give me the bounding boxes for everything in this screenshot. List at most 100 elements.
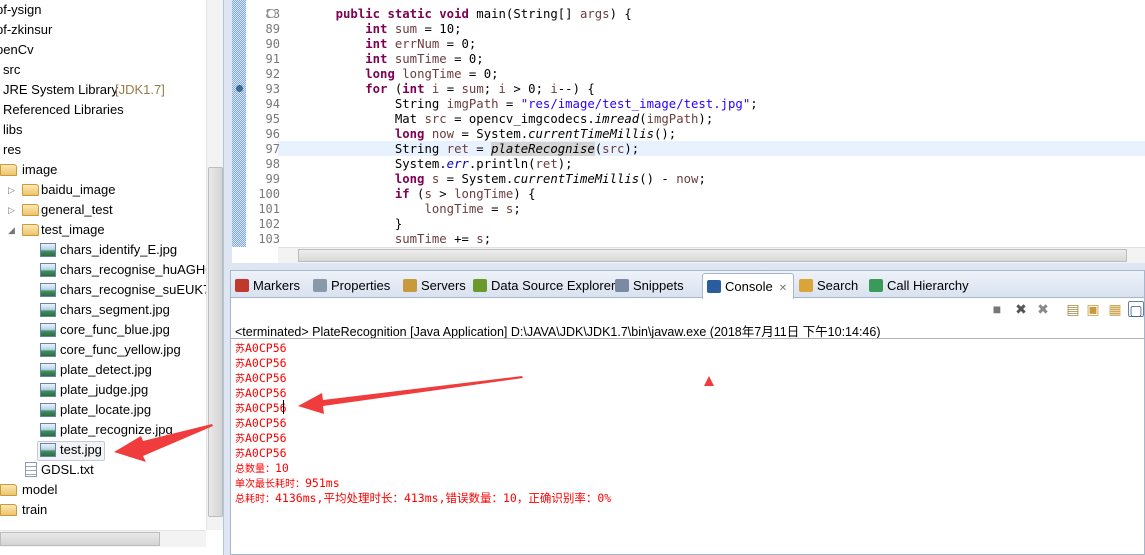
line-number: 100 — [258, 187, 280, 201]
code-token: longTime — [424, 202, 484, 216]
image-file-icon — [40, 343, 56, 357]
tab-markers[interactable]: Markers — [235, 273, 300, 298]
tree-item[interactable]: chars_segment.jpg — [0, 300, 206, 320]
servers-icon — [403, 279, 417, 292]
code-line[interactable]: sumTime += s; — [306, 232, 491, 247]
tree-item[interactable]: pf-ysign — [0, 0, 206, 20]
code-line[interactable]: public static void main(String[] args) { — [306, 7, 632, 22]
code-line[interactable]: String ret = plateRecognise(src); — [306, 142, 639, 157]
console-output-line: 苏A0CP56 — [235, 341, 287, 356]
text-caret — [283, 400, 284, 414]
code-line[interactable]: long s = System.currentTimeMillis() - no… — [306, 172, 706, 187]
line-number: 91 — [265, 52, 280, 66]
tree-item[interactable]: chars_recognise_huAGH0 — [0, 260, 212, 280]
tab-call-hierarchy[interactable]: Call Hierarchy — [869, 273, 969, 298]
remove-all-terminated-icon[interactable]: ✖ — [1035, 301, 1051, 317]
tree-item[interactable]: core_func_yellow.jpg — [0, 340, 206, 360]
code-token: currentTimeMillis — [528, 127, 654, 141]
tree-item[interactable]: Referenced Libraries — [0, 100, 206, 120]
terminate-icon[interactable]: ■ — [989, 301, 1005, 317]
code-token: System. — [306, 157, 447, 171]
code-line[interactable]: Mat src = opencv_imgcodecs.imread(imgPat… — [306, 112, 713, 127]
code-token: = System. — [439, 172, 514, 186]
tree-item[interactable]: image — [0, 160, 206, 180]
code-line[interactable]: long longTime = 0; — [306, 67, 498, 82]
code-line[interactable]: String imgPath = "res/image/test_image/t… — [306, 97, 758, 112]
breakpoint-marker-icon[interactable] — [236, 85, 243, 92]
tree-item[interactable]: libs — [0, 120, 206, 140]
tree-item-decoration: [JDK1.7] — [115, 82, 165, 97]
explorer-horizontal-scrollbar[interactable] — [0, 530, 206, 547]
tab-properties[interactable]: Properties — [313, 273, 390, 298]
code-token: int — [365, 52, 388, 66]
pin-console-icon[interactable]: ▢ — [1128, 301, 1144, 318]
editor-horizontal-scrollbar[interactable] — [278, 247, 1145, 263]
tree-item[interactable]: plate_judge.jpg — [0, 380, 206, 400]
code-line[interactable]: longTime = s; — [306, 202, 520, 217]
explorer-vertical-scrollbar[interactable] — [206, 0, 223, 530]
code-token: currentTimeMillis — [513, 172, 640, 186]
scroll-lock-icon[interactable]: ▣ — [1085, 301, 1101, 317]
tree-item[interactable]: src — [0, 60, 206, 80]
tree-item[interactable]: plate_recognize.jpg — [0, 420, 206, 440]
line-number: 103 — [258, 232, 280, 246]
tab-snippets[interactable]: Snippets — [615, 273, 684, 298]
fold-collapse-icon[interactable] — [267, 9, 276, 18]
close-icon[interactable]: ✕ — [779, 283, 787, 294]
tree-item[interactable]: chars_identify_E.jpg — [0, 240, 206, 260]
tree-item[interactable]: plate_locate.jpg — [0, 400, 206, 420]
code-line[interactable]: int sumTime = 0; — [306, 52, 483, 67]
tree-item[interactable]: ▷ baidu_image — [0, 180, 206, 200]
code-line[interactable]: long now = System.currentTimeMillis(); — [306, 127, 676, 142]
tree-item-label: chars_recognise_suEUK72 — [60, 282, 218, 297]
code-line[interactable]: System.err.println(ret); — [306, 157, 573, 172]
collapsed-arrow-icon[interactable]: ▷ — [8, 200, 18, 220]
collapsed-arrow-icon[interactable]: ▷ — [8, 180, 18, 200]
tree-item[interactable]: ▷ general_test — [0, 200, 206, 220]
code-token: err — [446, 157, 469, 171]
console-output-line: 苏A0CP56 — [235, 356, 287, 371]
code-token: ; — [483, 82, 499, 96]
code-editor[interactable]: 88 public static void main(String[] args… — [232, 0, 1145, 263]
tab-console[interactable]: Console ✕ — [702, 273, 795, 299]
tree-item[interactable]: test.jpg — [0, 440, 206, 460]
code-line[interactable]: } — [306, 217, 402, 232]
remove-launch-icon[interactable]: ✖ — [1013, 301, 1029, 317]
line-number: 96 — [265, 127, 280, 141]
tree-item[interactable]: core_func_blue.jpg — [0, 320, 206, 340]
code-line[interactable]: int errNum = 0; — [306, 37, 476, 52]
image-file-icon — [40, 363, 56, 377]
code-token: ) { — [513, 187, 536, 201]
tab-search[interactable]: Search — [799, 273, 858, 298]
tab-servers[interactable]: Servers — [403, 273, 466, 298]
line-number: 94 — [265, 97, 280, 111]
tree-item-label: penCv — [0, 42, 34, 57]
tree-item[interactable]: ◢ test_image — [0, 220, 206, 240]
tree-item[interactable]: chars_recognise_suEUK72 — [0, 280, 218, 300]
tree-item[interactable]: model — [0, 480, 206, 500]
folder-icon — [22, 204, 39, 216]
tree-item[interactable]: GDSL.txt — [0, 460, 206, 480]
tree-item[interactable]: plate_detect.jpg — [0, 360, 206, 380]
tree-item[interactable]: train — [0, 500, 206, 520]
tab-data-source-explorer[interactable]: Data Source Explorer — [473, 273, 615, 298]
scroll-thumb[interactable] — [0, 532, 160, 546]
scroll-thumb[interactable] — [208, 167, 223, 517]
clear-console-icon[interactable]: ▤ — [1065, 301, 1081, 317]
tree-item[interactable]: pf-zkinsur — [0, 20, 206, 40]
code-line[interactable]: if (s > longTime) { — [306, 187, 536, 202]
code-token: = 10; — [417, 22, 462, 36]
code-line[interactable]: int sum = 10; — [306, 22, 462, 37]
tab-label: Console — [725, 279, 773, 294]
expanded-arrow-icon[interactable]: ◢ — [8, 220, 18, 240]
code-token: ( — [409, 187, 425, 201]
scroll-thumb[interactable] — [298, 249, 1127, 262]
tree-item[interactable]: penCv — [0, 40, 206, 60]
code-line[interactable]: for (int i = sum; i > 0; i--) { — [306, 82, 595, 97]
tree-item[interactable]: JRE System Library [JDK1.7] — [0, 80, 206, 100]
tree-item[interactable]: res — [0, 140, 206, 160]
image-file-icon — [40, 403, 56, 417]
word-wrap-icon[interactable]: ▦ — [1107, 301, 1123, 317]
